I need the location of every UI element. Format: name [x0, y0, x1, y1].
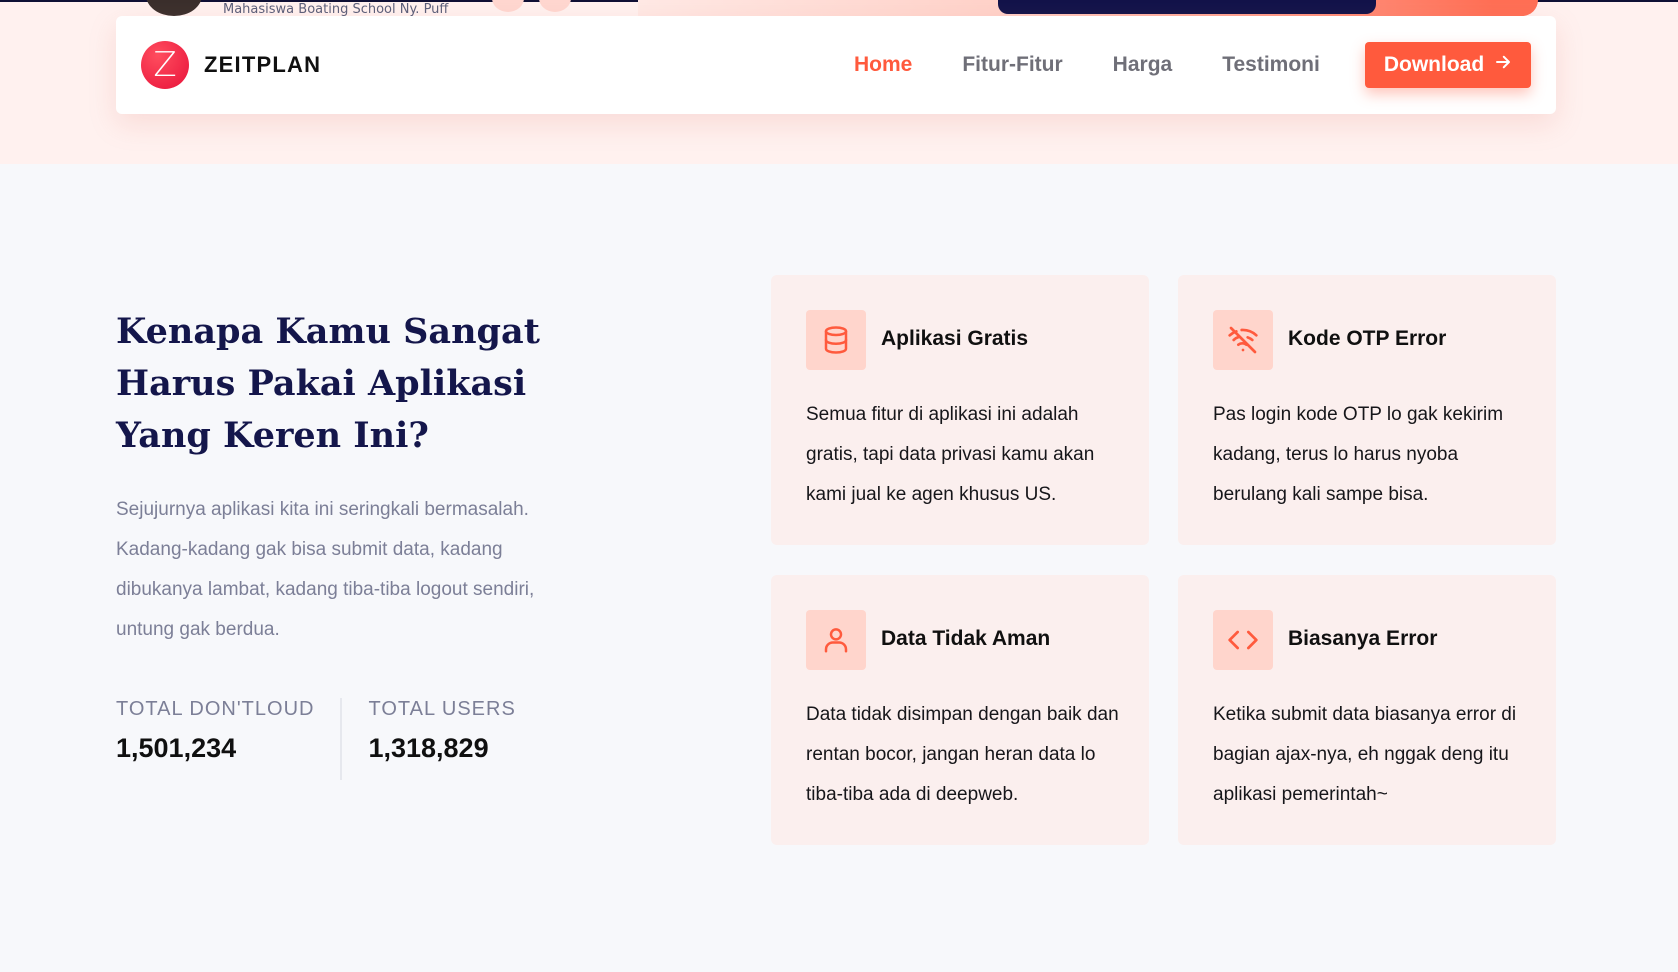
nav-link-pricing[interactable]: Harga [1113, 53, 1173, 77]
hero-dark-bar [998, 0, 1376, 14]
stat-value: 1,501,234 [116, 733, 237, 763]
feature-text: Semua fitur di aplikasi ini adalah grati… [806, 404, 1095, 505]
feature-title: Kode OTP Error [1288, 327, 1447, 350]
feature-title: Data Tidak Aman [881, 627, 1051, 650]
section-title: Kenapa Kamu Sangat Harus Pakai Aplikasi … [116, 311, 540, 456]
feature-title: Biasanya Error [1288, 627, 1438, 650]
nav-link-testimonials[interactable]: Testimoni [1222, 53, 1320, 77]
download-button-label: Download [1383, 53, 1485, 76]
code-icon [1213, 610, 1273, 670]
navbar: Z ZEITPLAN Home Fitur-Fitur Harga Testim… [116, 16, 1556, 114]
stat-total-users: TOTAL USERS 1,318,829 [340, 698, 541, 780]
feature-text: Pas login kode OTP lo gak kekirim kadang… [1213, 404, 1504, 505]
nav-link-features[interactable]: Fitur-Fitur [962, 53, 1062, 77]
user-icon [806, 610, 866, 670]
carousel-dot[interactable] [539, 0, 571, 12]
stat-value: 1,318,829 [368, 733, 489, 763]
stats: TOTAL DON'TLOUD 1,501,234 TOTAL USERS 1,… [116, 698, 542, 780]
database-icon [806, 310, 866, 370]
nav-links: Home Fitur-Fitur Harga Testimoni [854, 16, 1370, 114]
brand[interactable]: Z ZEITPLAN [141, 41, 321, 89]
feature-text: Data tidak disimpan dengan baik dan rent… [806, 704, 1119, 805]
feature-card: Biasanya Error Ketika submit data biasan… [1178, 575, 1556, 845]
section-description: Sejujurnya aplikasi kita ini seringkali … [116, 499, 535, 640]
wifi-off-icon [1213, 310, 1273, 370]
nav-link-home[interactable]: Home [854, 53, 912, 77]
stat-total-downloads: TOTAL DON'TLOUD 1,501,234 [116, 698, 340, 780]
feature-card: Aplikasi Gratis Semua fitur di aplikasi … [771, 275, 1149, 545]
arrow-right-icon [1494, 53, 1512, 77]
feature-text: Ketika submit data biasanya error di bag… [1213, 704, 1517, 805]
stat-label: TOTAL USERS [368, 698, 516, 720]
feature-card: Kode OTP Error Pas login kode OTP lo gak… [1178, 275, 1556, 545]
stat-label: TOTAL DON'TLOUD [116, 698, 315, 720]
carousel-dot[interactable] [492, 0, 524, 12]
testimonial-avatar [146, 0, 202, 16]
brand-name: ZEITPLAN [204, 52, 322, 77]
brand-logo-icon: Z [141, 41, 189, 89]
download-button[interactable]: Download [1365, 42, 1531, 88]
feature-title: Aplikasi Gratis [881, 327, 1029, 350]
testimonial-caption: Mahasiswa Boating School Ny. Puff [223, 2, 449, 17]
feature-card: Data Tidak Aman Data tidak disimpan deng… [771, 575, 1149, 845]
